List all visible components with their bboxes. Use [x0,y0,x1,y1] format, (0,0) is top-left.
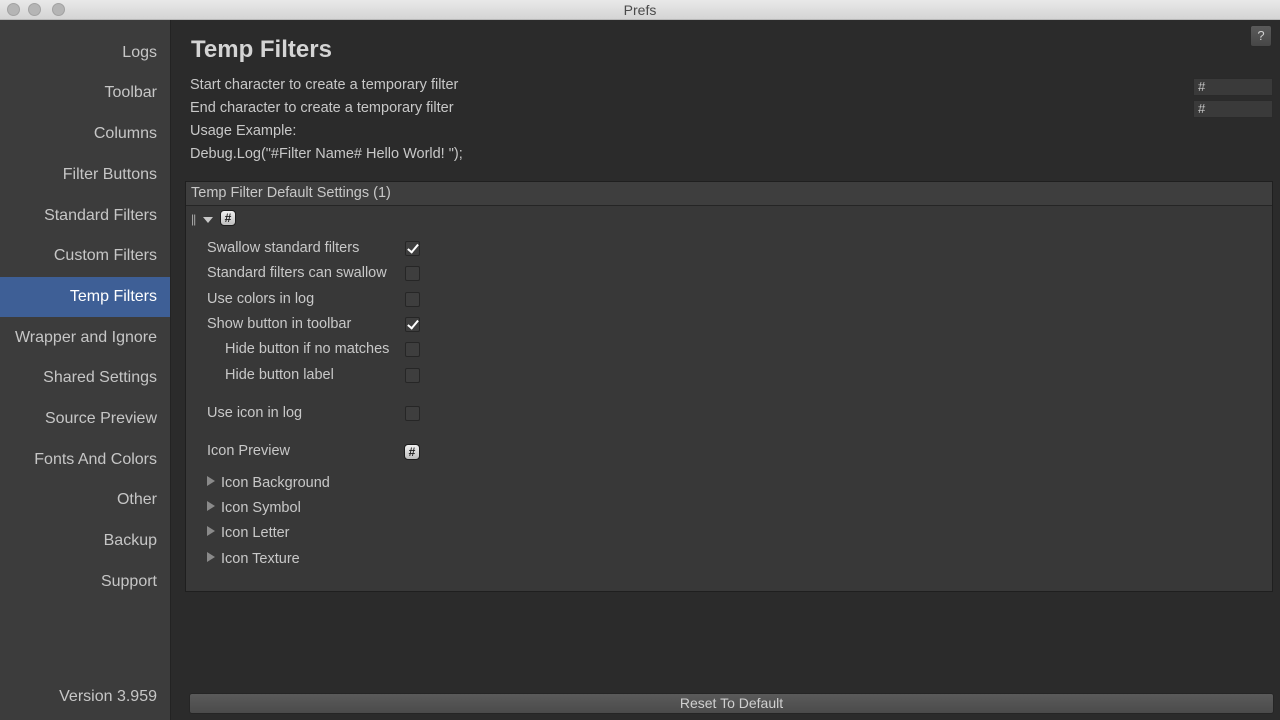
foldout-label: Icon Background [221,475,330,491]
foldout-arrow-icon [207,476,215,486]
sidebar-item-toolbar[interactable]: Toolbar [0,73,170,113]
sidebar-item-source-preview[interactable]: Source Preview [0,399,170,439]
start-char-field[interactable]: # [1193,78,1273,96]
page-title: Temp Filters [191,36,332,63]
foldout-arrow-icon [207,526,215,536]
foldout-label: Icon Texture [221,551,300,567]
use-colors-in-log-checkbox[interactable] [405,292,420,307]
foldout-icon-background[interactable]: Icon Background [207,475,330,491]
end-char-label: End character to create a temporary filt… [190,100,454,116]
sidebar-item-filter-buttons[interactable]: Filter Buttons [0,155,170,195]
icon-preview-label: Icon Preview [207,443,291,459]
sidebar-item-wrapper-and-ignore[interactable]: Wrapper and Ignore [0,318,170,358]
checkmark-icon [407,241,419,254]
sidebar-item-shared-settings[interactable]: Shared Settings [0,358,170,398]
checkmark-icon [407,317,419,330]
panel-header-title: Temp Filter Default Settings (1) [191,185,391,201]
foldout-icon-letter[interactable]: Icon Letter [207,525,290,541]
hide-button-label-checkbox[interactable] [405,368,420,383]
sidebar-item-columns[interactable]: Columns [0,114,170,154]
end-char-field[interactable]: # [1193,100,1273,118]
help-button[interactable]: ? [1250,25,1272,47]
show-button-in-toolbar-checkbox[interactable] [405,317,420,332]
sidebar-item-temp-filters[interactable]: Temp Filters [0,277,170,317]
drag-handle-icon[interactable]: || [191,212,196,226]
start-char-label: Start character to create a temporary fi… [190,77,459,93]
option-label: Hide button label [225,367,334,383]
use-icon-in-log-checkbox[interactable] [405,406,420,421]
option-label: Show button in toolbar [207,316,352,332]
option-label: Use icon in log [207,405,303,421]
icon-preview: # [404,444,420,460]
sidebar-item-backup[interactable]: Backup [0,521,170,561]
temp-filter-settings-panel: Temp Filter Default Settings (1) || # Sw… [185,181,1273,592]
dropdown-arrow-icon[interactable] [203,217,213,223]
window-title-bar: Prefs [0,0,1280,20]
option-label: Use colors in log [207,291,315,307]
option-label: Hide button if no matches [225,341,390,357]
foldout-label: Icon Symbol [221,500,301,516]
foldout-icon-texture[interactable]: Icon Texture [207,551,300,567]
window-title: Prefs [623,2,657,18]
usage-example-label: Usage Example: [190,123,297,139]
sidebar-item-custom-filters[interactable]: Custom Filters [0,236,170,276]
foldout-icon-symbol[interactable]: Icon Symbol [207,500,301,516]
hide-button-if-no-matches-checkbox[interactable] [405,342,420,357]
sidebar: Logs Toolbar Columns Filter Buttons Stan… [0,20,171,720]
reset-to-default-button[interactable]: Reset To Default [189,693,1274,714]
option-label: Swallow standard filters [207,240,360,256]
standard-filters-can-swallow-checkbox[interactable] [405,266,420,281]
foldout-label: Icon Letter [221,525,290,541]
version-label: Version 3.959 [59,688,157,705]
usage-example-code: Debug.Log("#Filter Name# Hello World! ")… [190,146,463,162]
sidebar-item-logs[interactable]: Logs [0,33,170,73]
foldout-arrow-icon [207,501,215,511]
option-label: Standard filters can swallow [207,265,387,281]
foldout-arrow-icon [207,552,215,562]
sidebar-item-fonts-and-colors[interactable]: Fonts And Colors [0,440,170,480]
filter-icon-selector[interactable]: # [220,210,236,226]
main-content: ? Temp Filters Start character to create… [171,20,1280,720]
sidebar-item-support[interactable]: Support [0,562,170,602]
panel-header[interactable]: Temp Filter Default Settings (1) [186,182,1272,206]
sidebar-item-standard-filters[interactable]: Standard Filters [0,196,170,236]
swallow-standard-filters-checkbox[interactable] [405,241,420,256]
sidebar-item-other[interactable]: Other [0,480,170,520]
